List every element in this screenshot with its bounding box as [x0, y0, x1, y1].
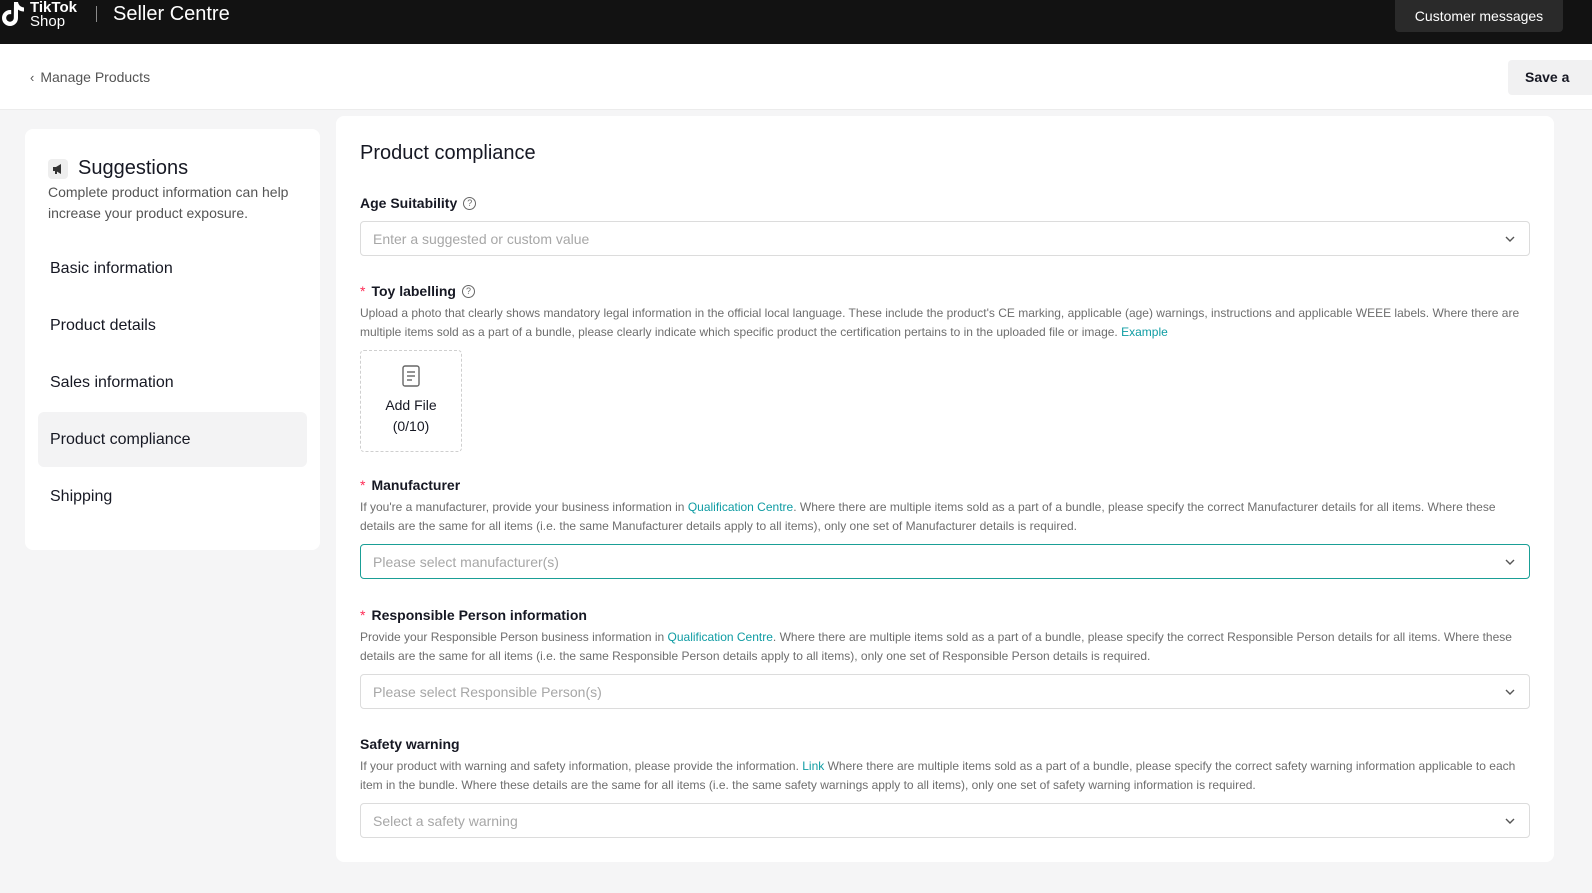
nav-item-basic-information[interactable]: Basic information [38, 241, 307, 296]
responsible-desc-pre: Provide your Responsible Person business… [360, 630, 665, 644]
section-title: Product compliance [360, 142, 536, 164]
age-suitability-label: Age Suitability ? [360, 194, 1530, 212]
top-bar: TikTok Shop Seller Centre Customer messa… [0, 0, 1592, 44]
app-title: Seller Centre [113, 3, 230, 25]
responsible-person-placeholder: Please select Responsible Person(s) [373, 683, 602, 700]
responsible-person-select[interactable]: Please select Responsible Person(s) [360, 674, 1530, 709]
age-suitability-label-text: Age Suitability [360, 195, 458, 211]
suggestions-sidebar: Suggestions Complete product information… [25, 129, 320, 550]
manufacturer-label: * Manufacturer [360, 476, 1530, 494]
tiktok-note-icon [2, 2, 24, 26]
responsible-person-label: * Responsible Person information [360, 606, 1530, 624]
age-suitability-select[interactable]: Enter a suggested or custom value [360, 221, 1530, 256]
qualification-centre-link[interactable]: Qualification Centre [688, 500, 793, 514]
safety-warning-placeholder: Select a safety warning [373, 812, 518, 829]
back-label: Manage Products [40, 69, 151, 85]
chevron-left-icon: ‹ [30, 69, 35, 85]
add-file-label: Add File [385, 397, 437, 413]
toy-labelling-label-text: Toy labelling [371, 283, 456, 299]
nav-item-product-compliance[interactable]: Product compliance [38, 412, 307, 467]
suggestions-description: Complete product information can help in… [48, 184, 289, 221]
save-button[interactable]: Save a [1508, 60, 1592, 95]
safety-warning-select[interactable]: Select a safety warning [360, 803, 1530, 838]
manufacturer-placeholder: Please select manufacturer(s) [373, 553, 559, 570]
toy-labelling-description: Upload a photo that clearly shows mandat… [360, 304, 1530, 341]
file-count: (0/10) [392, 418, 430, 434]
logo-divider [96, 6, 97, 22]
logo-line-2: Shop [30, 13, 66, 30]
manufacturer-description: If you're a manufacturer, provide your b… [360, 498, 1530, 535]
toy-labelling-label: * Toy labelling ? [360, 282, 1530, 300]
suggestions-header: Suggestions [48, 157, 188, 180]
safety-warning-description: If your product with warning and safety … [360, 757, 1530, 794]
suggestions-title: Suggestions [78, 157, 189, 179]
required-asterisk: * [360, 477, 366, 493]
safety-warning-field: Safety warning If your product with warn… [360, 735, 1530, 838]
safety-info-link[interactable]: Link [802, 759, 824, 773]
help-icon[interactable]: ? [463, 196, 477, 210]
safety-warning-label: Safety warning [360, 735, 1530, 753]
required-asterisk: * [360, 607, 366, 623]
tiktok-shop-logo[interactable]: TikTok Shop [0, 0, 77, 30]
chevron-down-icon [1505, 689, 1515, 695]
responsible-person-description: Provide your Responsible Person business… [360, 628, 1530, 665]
manufacturer-desc-pre: If you're a manufacturer, provide your b… [360, 500, 685, 514]
nav-item-sales-information[interactable]: Sales information [38, 355, 307, 410]
product-compliance-panel: Product compliance Age Suitability ? Ent… [336, 116, 1554, 862]
safety-warning-label-text: Safety warning [360, 736, 460, 752]
sub-header: ‹ Manage Products Save a [0, 44, 1592, 110]
add-file-upload[interactable]: Add File (0/10) [360, 350, 462, 452]
responsible-person-field: * Responsible Person information Provide… [360, 606, 1530, 709]
logo-text: TikTok Shop [30, 0, 77, 30]
qualification-centre-link[interactable]: Qualification Centre [668, 630, 773, 644]
example-link[interactable]: Example [1121, 325, 1168, 339]
back-to-manage-products-link[interactable]: ‹ Manage Products [30, 69, 150, 85]
age-suitability-field: Age Suitability ? Enter a suggested or c… [360, 194, 1530, 256]
required-asterisk: * [360, 283, 366, 299]
chevron-down-icon [1505, 236, 1515, 242]
megaphone-icon [48, 158, 68, 179]
chevron-down-icon [1505, 818, 1515, 824]
chevron-down-icon [1505, 559, 1515, 565]
toy-labelling-description-text: Upload a photo that clearly shows mandat… [360, 306, 1520, 339]
help-icon[interactable]: ? [461, 284, 475, 298]
toy-labelling-field: * Toy labelling ? Upload a photo that cl… [360, 282, 1530, 452]
safety-desc-pre: If your product with warning and safety … [360, 759, 799, 773]
responsible-person-label-text: Responsible Person information [371, 607, 587, 623]
section-nav: Basic information Product details Sales … [38, 241, 307, 526]
manufacturer-label-text: Manufacturer [371, 477, 461, 493]
manufacturer-field: * Manufacturer If you're a manufacturer,… [360, 476, 1530, 579]
age-suitability-placeholder: Enter a suggested or custom value [373, 230, 590, 247]
manufacturer-select[interactable]: Please select manufacturer(s) [360, 544, 1530, 579]
customer-messages-button[interactable]: Customer messages [1395, 0, 1563, 32]
document-icon [402, 365, 420, 387]
nav-item-product-details[interactable]: Product details [38, 298, 307, 353]
nav-item-shipping[interactable]: Shipping [38, 469, 307, 524]
